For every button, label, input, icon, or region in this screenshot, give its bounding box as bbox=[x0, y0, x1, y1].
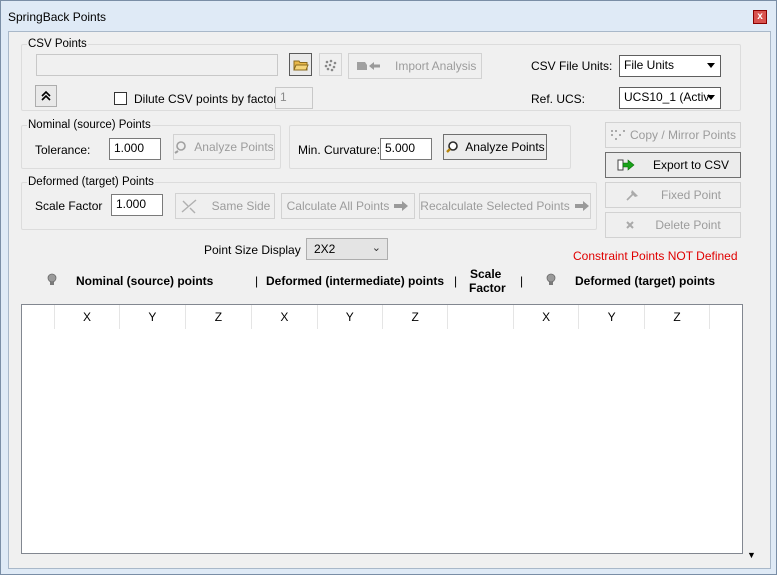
tolerance-field[interactable]: 1.000 bbox=[109, 138, 161, 160]
intermediate-points-header: Deformed (intermediate) points bbox=[266, 274, 445, 288]
springback-window: SpringBack Points x CSV Points Import An… bbox=[0, 0, 777, 575]
window-title: SpringBack Points bbox=[8, 10, 107, 24]
tolerance-label: Tolerance: bbox=[35, 143, 91, 157]
mirror-points-icon bbox=[610, 130, 625, 140]
ref-ucs-label: Ref. UCS: bbox=[531, 92, 586, 106]
grid-col-header[interactable]: Z bbox=[185, 305, 253, 329]
csv-file-units-value: File Units bbox=[624, 58, 675, 72]
analyze-points-button[interactable]: Analyze Points bbox=[443, 134, 547, 160]
chevron-down-icon: ⌄ bbox=[371, 242, 381, 254]
csv-points-group-label: CSV Points bbox=[27, 38, 88, 50]
dilute-checkbox[interactable] bbox=[114, 92, 127, 105]
min-curvature-field[interactable]: 5.000 bbox=[380, 138, 432, 160]
copy-mirror-points-button[interactable]: Copy / Mirror Points bbox=[605, 122, 741, 148]
grid-col-header[interactable]: Y bbox=[120, 305, 186, 329]
right-arrow-icon bbox=[394, 201, 409, 211]
csv-file-units-label: CSV File Units: bbox=[531, 59, 613, 73]
same-side-button[interactable]: Same Side bbox=[175, 193, 275, 219]
collapse-button[interactable] bbox=[35, 85, 57, 107]
points-grid[interactable]: X Y Z X Y Z X Y Z bbox=[21, 304, 743, 554]
scroll-down-indicator[interactable]: ▼ bbox=[747, 550, 756, 560]
constraint-warning: Constraint Points NOT Defined bbox=[573, 249, 738, 263]
analyze-points-label: Analyze Points bbox=[465, 140, 545, 154]
header-separator: | bbox=[454, 274, 458, 288]
grid-col-header[interactable]: X bbox=[513, 305, 580, 329]
delete-point-label: Delete Point bbox=[655, 218, 721, 232]
grid-col-header[interactable] bbox=[710, 305, 742, 329]
same-side-icon bbox=[181, 199, 197, 214]
nominal-points-group-label: Nominal (source) Points bbox=[27, 119, 152, 131]
export-csv-label: Export to CSV bbox=[652, 158, 730, 172]
fixed-point-button[interactable]: Fixed Point bbox=[605, 182, 741, 208]
fixed-point-icon bbox=[626, 190, 638, 201]
ref-ucs-value: UCS10_1 (Activ bbox=[624, 90, 710, 104]
delete-icon bbox=[626, 221, 635, 229]
export-csv-button[interactable]: Export to CSV bbox=[605, 152, 741, 178]
header-separator: | bbox=[520, 274, 524, 288]
open-file-button[interactable] bbox=[289, 53, 312, 76]
dilute-label: Dilute CSV points by factor: bbox=[134, 92, 281, 106]
double-chevron-up-icon bbox=[41, 90, 51, 101]
grid-col-header[interactable]: Z bbox=[644, 305, 711, 329]
scale-factor-label: Scale Factor bbox=[35, 199, 103, 213]
dialog-client: CSV Points Import Analysis CSV File Unit… bbox=[8, 31, 771, 569]
dropdown-arrow-icon bbox=[707, 95, 715, 100]
analyze-points-disabled-label: Analyze Points bbox=[194, 140, 274, 154]
close-icon: x bbox=[757, 11, 763, 22]
scale-factor-field[interactable]: 1.000 bbox=[111, 194, 163, 216]
grid-header-row: X Y Z X Y Z X Y Z bbox=[22, 305, 742, 329]
dilute-factor-field[interactable]: 1 bbox=[275, 87, 313, 109]
import-arrow-icon bbox=[357, 62, 380, 70]
import-analysis-label: Import Analysis bbox=[395, 59, 477, 73]
csv-path-field[interactable] bbox=[36, 54, 278, 76]
grid-col-header[interactable] bbox=[448, 305, 514, 329]
dropdown-arrow-icon bbox=[707, 63, 715, 68]
scale-factor-header-line2: Factor bbox=[469, 281, 506, 295]
grid-col-header[interactable]: Y bbox=[579, 305, 645, 329]
grid-col-header[interactable]: X bbox=[54, 305, 121, 329]
import-analysis-button[interactable]: Import Analysis bbox=[348, 53, 482, 79]
right-arrow-icon bbox=[574, 201, 589, 211]
csv-file-units-select[interactable]: File Units bbox=[619, 55, 721, 77]
grid-col-header[interactable]: Z bbox=[383, 305, 449, 329]
scale-factor-header-line1: Scale bbox=[470, 267, 502, 281]
calculate-all-label: Calculate All Points bbox=[286, 199, 390, 213]
export-arrow-icon bbox=[617, 159, 635, 171]
copy-mirror-points-label: Copy / Mirror Points bbox=[629, 128, 737, 142]
min-curvature-label: Min. Curvature: bbox=[298, 143, 381, 157]
scatter-points-icon bbox=[324, 59, 336, 71]
lightbulb-icon[interactable] bbox=[546, 273, 556, 286]
point-size-value: 2X2 bbox=[314, 242, 336, 256]
nominal-points-header: Nominal (source) points bbox=[76, 274, 214, 288]
magnifier-icon bbox=[174, 141, 187, 154]
ref-ucs-select[interactable]: UCS10_1 (Activ bbox=[619, 87, 721, 109]
title-bar[interactable]: SpringBack Points x bbox=[1, 1, 776, 31]
recalculate-selected-label: Recalculate Selected Points bbox=[420, 199, 570, 213]
analyze-points-disabled-button[interactable]: Analyze Points bbox=[173, 134, 275, 160]
close-button[interactable]: x bbox=[753, 10, 767, 24]
grid-col-header[interactable]: Y bbox=[317, 305, 383, 329]
deformed-points-group-label: Deformed (target) Points bbox=[27, 176, 155, 188]
lightbulb-icon[interactable] bbox=[47, 273, 57, 286]
delete-point-button[interactable]: Delete Point bbox=[605, 212, 741, 238]
grid-col-header[interactable]: X bbox=[252, 305, 318, 329]
recalculate-selected-button[interactable]: Recalculate Selected Points bbox=[419, 193, 591, 219]
target-points-header: Deformed (target) points bbox=[575, 274, 716, 288]
scatter-points-button[interactable] bbox=[319, 53, 342, 76]
point-size-select[interactable]: 2X2 ⌄ bbox=[306, 238, 388, 260]
fixed-point-label: Fixed Point bbox=[660, 188, 722, 202]
same-side-label: Same Side bbox=[211, 199, 271, 213]
header-separator: | bbox=[255, 274, 259, 288]
grid-col-header[interactable] bbox=[22, 305, 55, 329]
folder-open-icon bbox=[292, 60, 309, 70]
magnifier-icon bbox=[446, 141, 459, 153]
point-size-label: Point Size Display bbox=[204, 243, 301, 257]
calculate-all-button[interactable]: Calculate All Points bbox=[281, 193, 415, 219]
